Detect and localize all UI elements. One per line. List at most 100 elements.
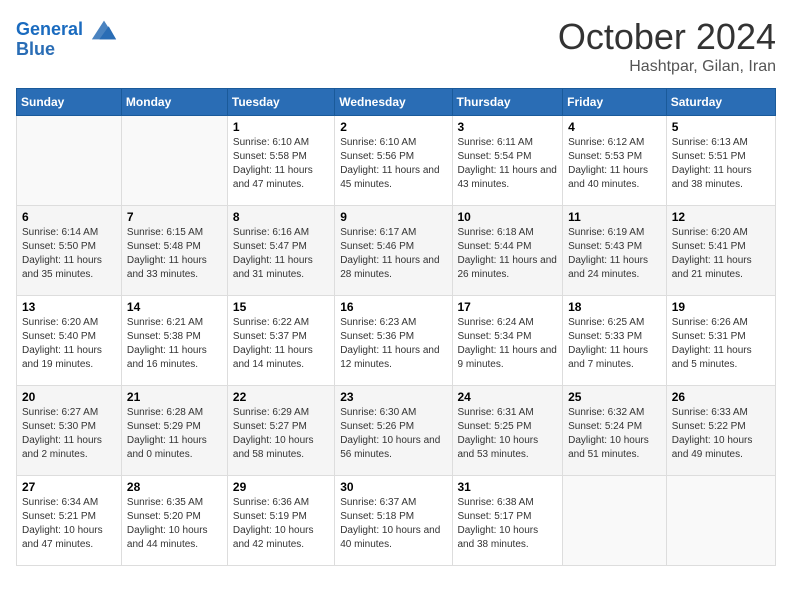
day-info: Sunrise: 6:21 AMSunset: 5:38 PMDaylight:…	[127, 316, 222, 372]
calendar-cell: 4 Sunrise: 6:12 AMSunset: 5:53 PMDaylight…	[563, 116, 667, 206]
day-info: Sunrise: 6:31 AMSunset: 5:25 PMDaylight:…	[458, 406, 558, 462]
day-number: 10	[458, 210, 558, 224]
day-info: Sunrise: 6:24 AMSunset: 5:34 PMDaylight:…	[458, 316, 558, 372]
calendar-cell: 30 Sunrise: 6:37 AMSunset: 5:18 PMDayligh…	[335, 476, 452, 566]
day-info: Sunrise: 6:19 AMSunset: 5:43 PMDaylight:…	[568, 226, 661, 282]
calendar-week-row: 20 Sunrise: 6:27 AMSunset: 5:30 PMDayligh…	[17, 386, 776, 476]
calendar-cell: 6 Sunrise: 6:14 AMSunset: 5:50 PMDaylight…	[17, 206, 122, 296]
day-number: 3	[458, 120, 558, 134]
day-info: Sunrise: 6:14 AMSunset: 5:50 PMDaylight:…	[22, 226, 116, 282]
calendar-cell: 31 Sunrise: 6:38 AMSunset: 5:17 PMDayligh…	[452, 476, 563, 566]
calendar-cell: 26Sunrise: 6:33 AMSunset: 5:22 PMDayligh…	[666, 386, 775, 476]
calendar-cell: 1 Sunrise: 6:10 AMSunset: 5:58 PMDaylight…	[227, 116, 334, 206]
calendar-cell: 14 Sunrise: 6:21 AMSunset: 5:38 PMDayligh…	[121, 296, 227, 386]
calendar-cell: 7 Sunrise: 6:15 AMSunset: 5:48 PMDaylight…	[121, 206, 227, 296]
calendar-cell: 18 Sunrise: 6:25 AMSunset: 5:33 PMDayligh…	[563, 296, 667, 386]
day-number: 31	[458, 480, 558, 494]
day-number: 25	[568, 390, 661, 404]
calendar-cell: 23 Sunrise: 6:30 AMSunset: 5:26 PMDayligh…	[335, 386, 452, 476]
day-number: 4	[568, 120, 661, 134]
day-info: Sunrise: 6:26 AMSunset: 5:31 PMDaylight:…	[672, 316, 770, 372]
calendar-cell	[17, 116, 122, 206]
day-info: Sunrise: 6:28 AMSunset: 5:29 PMDaylight:…	[127, 406, 222, 462]
day-number: 19	[672, 300, 770, 314]
calendar-cell: 24 Sunrise: 6:31 AMSunset: 5:25 PMDayligh…	[452, 386, 563, 476]
calendar-cell	[666, 476, 775, 566]
header-wednesday: Wednesday	[335, 89, 452, 116]
day-number: 20	[22, 390, 116, 404]
header-tuesday: Tuesday	[227, 89, 334, 116]
day-info: Sunrise: 6:16 AMSunset: 5:47 PMDaylight:…	[233, 226, 329, 282]
calendar-cell: 22 Sunrise: 6:29 AMSunset: 5:27 PMDayligh…	[227, 386, 334, 476]
day-number: 6	[22, 210, 116, 224]
calendar-cell: 9 Sunrise: 6:17 AMSunset: 5:46 PMDaylight…	[335, 206, 452, 296]
day-info: Sunrise: 6:20 AMSunset: 5:40 PMDaylight:…	[22, 316, 116, 372]
calendar-cell: 8 Sunrise: 6:16 AMSunset: 5:47 PMDaylight…	[227, 206, 334, 296]
day-number: 30	[340, 480, 446, 494]
calendar-header-row: SundayMondayTuesdayWednesdayThursdayFrid…	[17, 89, 776, 116]
day-info: Sunrise: 6:37 AMSunset: 5:18 PMDaylight:…	[340, 496, 446, 552]
day-info: Sunrise: 6:10 AMSunset: 5:56 PMDaylight:…	[340, 136, 446, 192]
day-number: 11	[568, 210, 661, 224]
day-number: 14	[127, 300, 222, 314]
day-number: 2	[340, 120, 446, 134]
calendar-cell: 29Sunrise: 6:36 AMSunset: 5:19 PMDayligh…	[227, 476, 334, 566]
day-info: Sunrise: 6:17 AMSunset: 5:46 PMDaylight:…	[340, 226, 446, 282]
calendar-cell: 19 Sunrise: 6:26 AMSunset: 5:31 PMDayligh…	[666, 296, 775, 386]
day-info: Sunrise: 6:27 AMSunset: 5:30 PMDaylight:…	[22, 406, 116, 462]
day-info: Sunrise: 6:11 AMSunset: 5:54 PMDaylight:…	[458, 136, 558, 192]
day-number: 24	[458, 390, 558, 404]
calendar-cell: 11 Sunrise: 6:19 AMSunset: 5:43 PMDayligh…	[563, 206, 667, 296]
calendar-cell: 28Sunrise: 6:35 AMSunset: 5:20 PMDayligh…	[121, 476, 227, 566]
day-info: Sunrise: 6:10 AMSunset: 5:58 PMDaylight:…	[233, 136, 329, 192]
day-info: Sunrise: 6:25 AMSunset: 5:33 PMDaylight:…	[568, 316, 661, 372]
day-number: 21	[127, 390, 222, 404]
header-sunday: Sunday	[17, 89, 122, 116]
day-number: 18	[568, 300, 661, 314]
calendar-cell: 2 Sunrise: 6:10 AMSunset: 5:56 PMDaylight…	[335, 116, 452, 206]
day-number: 13	[22, 300, 116, 314]
logo: General Blue	[16, 16, 118, 60]
calendar-cell: 12Sunrise: 6:20 AMSunset: 5:41 PMDayligh…	[666, 206, 775, 296]
day-info: Sunrise: 6:15 AMSunset: 5:48 PMDaylight:…	[127, 226, 222, 282]
day-number: 29	[233, 480, 329, 494]
page-title: October 2024	[558, 16, 776, 58]
day-info: Sunrise: 6:23 AMSunset: 5:36 PMDaylight:…	[340, 316, 446, 372]
calendar-cell: 21 Sunrise: 6:28 AMSunset: 5:29 PMDayligh…	[121, 386, 227, 476]
calendar-cell: 27Sunrise: 6:34 AMSunset: 5:21 PMDayligh…	[17, 476, 122, 566]
day-info: Sunrise: 6:32 AMSunset: 5:24 PMDaylight:…	[568, 406, 661, 462]
header-thursday: Thursday	[452, 89, 563, 116]
day-number: 22	[233, 390, 329, 404]
day-info: Sunrise: 6:30 AMSunset: 5:26 PMDaylight:…	[340, 406, 446, 462]
day-number: 28	[127, 480, 222, 494]
calendar-cell: 3 Sunrise: 6:11 AMSunset: 5:54 PMDaylight…	[452, 116, 563, 206]
day-number: 8	[233, 210, 329, 224]
page-subtitle: Hashtpar, Gilan, Iran	[558, 58, 776, 76]
day-info: Sunrise: 6:38 AMSunset: 5:17 PMDaylight:…	[458, 496, 558, 552]
calendar-cell: 10 Sunrise: 6:18 AMSunset: 5:44 PMDayligh…	[452, 206, 563, 296]
calendar-cell: 15Sunrise: 6:22 AMSunset: 5:37 PMDayligh…	[227, 296, 334, 386]
calendar-cell: 25 Sunrise: 6:32 AMSunset: 5:24 PMDayligh…	[563, 386, 667, 476]
day-number: 5	[672, 120, 770, 134]
calendar-week-row: 27Sunrise: 6:34 AMSunset: 5:21 PMDayligh…	[17, 476, 776, 566]
day-info: Sunrise: 6:12 AMSunset: 5:53 PMDaylight:…	[568, 136, 661, 192]
day-number: 1	[233, 120, 329, 134]
title-block: October 2024 Hashtpar, Gilan, Iran	[558, 16, 776, 76]
calendar-cell: 17 Sunrise: 6:24 AMSunset: 5:34 PMDayligh…	[452, 296, 563, 386]
day-number: 12	[672, 210, 770, 224]
day-number: 17	[458, 300, 558, 314]
header-friday: Friday	[563, 89, 667, 116]
day-number: 23	[340, 390, 446, 404]
calendar-cell	[121, 116, 227, 206]
page-header: General Blue October 2024 Hashtpar, Gila…	[16, 16, 776, 76]
day-number: 7	[127, 210, 222, 224]
header-saturday: Saturday	[666, 89, 775, 116]
calendar-week-row: 13 Sunrise: 6:20 AMSunset: 5:40 PMDayligh…	[17, 296, 776, 386]
calendar-cell: 16Sunrise: 6:23 AMSunset: 5:36 PMDayligh…	[335, 296, 452, 386]
day-number: 26	[672, 390, 770, 404]
calendar-cell	[563, 476, 667, 566]
day-info: Sunrise: 6:18 AMSunset: 5:44 PMDaylight:…	[458, 226, 558, 282]
day-info: Sunrise: 6:34 AMSunset: 5:21 PMDaylight:…	[22, 496, 116, 552]
day-info: Sunrise: 6:29 AMSunset: 5:27 PMDaylight:…	[233, 406, 329, 462]
day-number: 9	[340, 210, 446, 224]
